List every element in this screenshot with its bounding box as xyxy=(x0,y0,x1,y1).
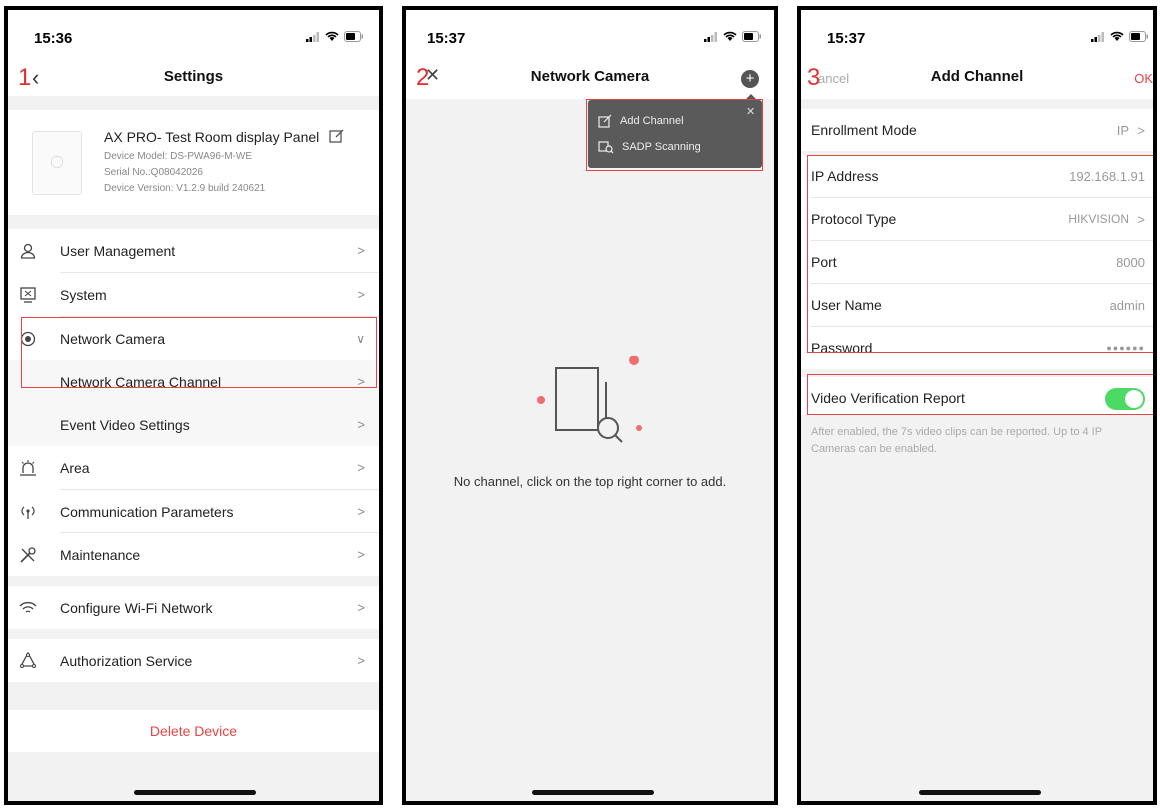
authorization-icon xyxy=(18,651,38,671)
enrollment-mode-label: Enrollment Mode xyxy=(811,122,917,138)
authorization-service-item[interactable]: Authorization Service > xyxy=(8,639,379,682)
network-camera-screen: 15:37 2 ✕ Network Camera + ✕ Add Channel… xyxy=(402,6,778,805)
maintenance-label: Maintenance xyxy=(60,546,141,563)
page-title: Settings xyxy=(163,68,224,85)
signal-icon xyxy=(704,31,717,42)
video-verification-hint: After enabled, the 7s video clips can be… xyxy=(811,426,1102,455)
ok-button[interactable]: OK xyxy=(1134,71,1153,86)
status-time: 15:37 xyxy=(827,30,866,47)
communication-parameters-label: Communication Parameters xyxy=(60,503,234,520)
user-icon xyxy=(18,241,38,261)
user-management-item[interactable]: User Management > xyxy=(8,229,379,272)
battery-icon xyxy=(1129,31,1148,42)
enrollment-mode-value: IP xyxy=(1116,122,1129,138)
delete-device-button[interactable]: Delete Device xyxy=(8,710,379,752)
status-icons xyxy=(704,31,762,42)
home-indicator xyxy=(134,790,256,795)
device-model: Device Model: DS-PWA96-M-WE xyxy=(104,151,252,162)
content-area xyxy=(406,99,774,801)
highlight-box xyxy=(807,155,1153,353)
chevron-right-icon: > xyxy=(357,600,365,615)
home-indicator xyxy=(532,790,654,795)
empty-state-text: No channel, click on the top right corne… xyxy=(453,474,727,489)
signal-icon xyxy=(1091,31,1104,42)
chevron-right-icon: > xyxy=(357,243,365,258)
system-label: System xyxy=(60,286,107,303)
device-name: AX PRO- Test Room display Panel xyxy=(104,129,320,145)
add-icon[interactable]: + xyxy=(741,70,759,88)
settings-screen: 15:36 1 ‹ Settings AX PRO- Test Room dis… xyxy=(4,6,383,805)
configure-wifi-item[interactable]: Configure Wi-Fi Network > xyxy=(8,586,379,629)
wifi-status-icon xyxy=(1110,31,1124,41)
status-time: 15:37 xyxy=(427,30,466,47)
antenna-icon xyxy=(18,502,38,522)
highlight-box xyxy=(21,317,377,388)
device-version: Device Version: V1.2.9 build 240621 xyxy=(104,183,266,194)
status-time: 15:36 xyxy=(34,30,73,47)
home-indicator xyxy=(919,790,1041,795)
chevron-right-icon: > xyxy=(357,417,365,432)
area-label: Area xyxy=(60,459,90,476)
configure-wifi-label: Configure Wi-Fi Network xyxy=(60,599,213,616)
wifi-status-icon xyxy=(325,31,339,41)
empty-state-icon xyxy=(532,355,642,446)
chevron-right-icon: > xyxy=(357,504,365,519)
communication-parameters-item[interactable]: Communication Parameters > xyxy=(8,490,379,533)
battery-icon xyxy=(344,31,363,42)
delete-device-label: Delete Device xyxy=(149,723,238,739)
page-title: Network Camera xyxy=(530,68,650,85)
maintenance-item[interactable]: Maintenance > xyxy=(8,533,379,576)
highlight-box xyxy=(807,374,1153,415)
status-icons xyxy=(306,31,364,42)
device-image xyxy=(32,131,82,195)
add-channel-screen: 15:37 3 ancel Add Channel OK Enrollment … xyxy=(797,6,1157,805)
system-icon xyxy=(18,285,38,305)
page-title: Add Channel xyxy=(930,68,1024,85)
authorization-service-label: Authorization Service xyxy=(60,652,193,669)
chevron-right-icon: > xyxy=(357,547,365,562)
wifi-icon xyxy=(18,598,38,618)
status-icons xyxy=(1091,31,1149,42)
tools-icon xyxy=(18,545,38,565)
chevron-right-icon: > xyxy=(357,653,365,668)
edit-icon[interactable] xyxy=(329,128,345,149)
user-management-label: User Management xyxy=(60,242,176,259)
chevron-right-icon: > xyxy=(357,287,365,302)
battery-icon xyxy=(742,31,761,42)
highlight-box xyxy=(586,99,763,171)
enrollment-mode-row[interactable]: Enrollment Mode IP > xyxy=(801,109,1153,151)
wifi-status-icon xyxy=(723,31,737,41)
chevron-right-icon: > xyxy=(1137,122,1145,138)
area-item[interactable]: Area > xyxy=(8,446,379,489)
chevron-right-icon: > xyxy=(357,460,365,475)
system-item[interactable]: System > xyxy=(8,273,379,316)
area-icon xyxy=(18,458,38,478)
device-serial: Serial No.:Q08042026 xyxy=(104,167,203,178)
event-video-settings-item[interactable]: Event Video Settings > xyxy=(8,403,379,446)
signal-icon xyxy=(306,31,319,42)
event-video-settings-label: Event Video Settings xyxy=(60,416,190,433)
